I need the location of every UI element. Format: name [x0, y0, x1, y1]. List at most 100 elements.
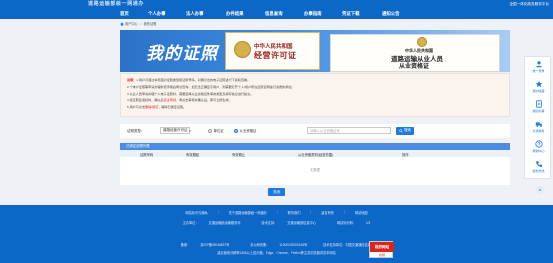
certificate-type-value: 道路经营许可证 [163, 128, 188, 132]
side-item-services[interactable]: 交通服务 [525, 120, 552, 137]
column-header-actions: 操作 [402, 152, 409, 157]
bound-certificates-table: 已绑定证照列表 证照号码 有效期起 有效期止 从业资格类别(经营范围) 操作 无… [120, 143, 510, 185]
footer-value: 交通运输部信息中心 [287, 221, 316, 225]
certificate-subtitle: 从业资格证 [399, 64, 430, 70]
footer-registration-line: 备案： 京ICP备05046837号 京公网安备： 11000102000148号 … [0, 242, 553, 247]
side-item-my-affairs[interactable]: 我的办事 [525, 100, 552, 117]
user-icon [535, 60, 543, 68]
nav-item-notice[interactable]: 通知公告 [382, 11, 400, 17]
empty-state: 无数据 [310, 168, 320, 172]
banner-title: 我的证照 [146, 44, 218, 63]
footer-links: 网站标识与隐私 | 关于道路运输部级一网通办 | 联系我们 | 留言有效 | 网… [0, 210, 553, 215]
footer-value: 交通运输部运输服务司 [208, 221, 241, 225]
notice-text: 4.经证照签发机构，确认后 [127, 98, 164, 103]
footer-tech: 技术支持： 交通运输部信息中心 [256, 221, 321, 225]
chevron-up-icon [538, 188, 542, 192]
column-header-valid-to: 有效期止 [232, 152, 246, 157]
footer-label: 京公网安备： [250, 243, 270, 247]
notice-label: 说明： [127, 78, 137, 82]
footer: 网站标识与隐私 | 关于道路运输部级一网通办 | 联系我们 | 留言有效 | 网… [0, 205, 553, 263]
footer-separator: | [310, 210, 312, 214]
breadcrumb-separator: > [139, 21, 142, 26]
certificate-type-select[interactable]: 道路经营许可证 [160, 127, 191, 134]
back-to-top-button[interactable] [536, 186, 544, 194]
side-item-login[interactable]: 统一登录 [525, 60, 552, 77]
footer-link-contact[interactable]: 联系我们 [288, 210, 301, 215]
hero-banner: 我的证照 中华人民共和国 经营许可证 中华人民共和国 道路运输从业人员 从业资格… [120, 30, 510, 72]
radio-unit-certificate[interactable]: 单位证 [208, 128, 224, 133]
footer-link-about[interactable]: 关于道路运输部级一网通办 [229, 210, 267, 215]
certificate-number-input[interactable] [307, 127, 391, 134]
notice-line: 2.个体户证照需申请办理新增手续后再次查询，如无法正确显示用户，则需要打开个人/… [127, 84, 295, 89]
footer-value: 1/1 [365, 221, 371, 225]
filter-bar: 证照类型： 道路经营许可证 单位证 从业资格证 搜索 [120, 124, 510, 138]
side-item-help[interactable]: 帮助中心 [525, 140, 552, 157]
instructions-box: 说明：1.用户可通过本页面对证照类型和证照号码，对展示出的电子证照进行下载和查看… [120, 73, 510, 117]
radio-label: 从业资格证 [239, 129, 257, 134]
breadcrumb-user-center[interactable]: 用户中心 [125, 21, 138, 26]
breadcrumb-current: 我的证照 [143, 22, 157, 26]
nav-item-guide[interactable]: 办事指南 [304, 11, 322, 17]
notice-text: 5.用户可点击 [127, 105, 146, 110]
nav-item-results[interactable]: 办件结果 [226, 11, 244, 17]
side-item-favorites[interactable]: 我的收藏 [525, 80, 552, 97]
footer-link-privacy[interactable]: 网站标识与隐私 [185, 210, 207, 215]
notice-text: 1.用户可通过本页面对证照类型和证照号码，对展示出的电子证照进行下载和查看。 [136, 78, 251, 82]
license-certificate-image: 中华人民共和国 经营许可证 [225, 32, 320, 70]
radio-button[interactable] [208, 128, 212, 133]
footer-sponsor: 主办单位： 交通运输部运输服务司 [178, 221, 246, 225]
national-emblem-icon [417, 37, 427, 47]
footer-value: 11000102000148号 [279, 243, 308, 247]
radio-button-selected[interactable] [234, 128, 238, 133]
search-button[interactable]: 搜索 [396, 126, 414, 135]
footer-label: 主办单位： [182, 221, 199, 225]
column-header-number: 证照号码 [140, 152, 154, 157]
notice-line: 说明：1.用户可通过本页面对证照类型和证照号码，对展示出的电子证照进行下载和查看… [127, 77, 503, 84]
radio-qualification-certificate[interactable]: 从业资格证 [234, 128, 256, 133]
nav-item-home[interactable]: 首页 [120, 11, 129, 17]
nav-item-download[interactable]: 凭证下载 [342, 11, 360, 17]
portal-link[interactable]: 全国一体化政务服务平台 [509, 2, 549, 7]
footer-separator: | [343, 210, 345, 214]
footer-icp: 备案： 京ICP备05046837号 [176, 243, 235, 247]
side-item-label: 交通服务 [532, 129, 545, 133]
footer-label: 网站标识码： [336, 221, 356, 225]
footer-link-feedback[interactable]: 留言有效 [321, 210, 334, 215]
home-icon [120, 21, 124, 26]
footer-separator: | [276, 210, 278, 214]
badge-title: 政府网站 [370, 242, 394, 252]
close-button[interactable]: 关闭 [268, 188, 285, 196]
star-icon [535, 80, 543, 88]
search-icon [399, 128, 403, 133]
nav-item-legal[interactable]: 法人办事 [186, 11, 204, 17]
notice-highlight: 自主申领， [163, 98, 180, 103]
help-icon [534, 140, 543, 148]
column-header-category: 从业资格类别(经营范围) [298, 152, 334, 157]
column-header-valid-from: 有效期起 [186, 152, 200, 157]
nav-item-query[interactable]: 信息查询 [265, 11, 283, 17]
notice-line: 5.用户可点击删除/绑定，解除已绑定证照。 [127, 104, 503, 111]
footer-label: 技术支持： [261, 221, 278, 225]
document-icon [535, 100, 543, 108]
certificate-issuer: 中华人民共和国 [254, 44, 293, 50]
side-item-label: 服务热线 [532, 169, 545, 173]
side-item-hotline[interactable]: 服务热线 [525, 160, 552, 177]
notice-line: 4.经证照签发机构，确认后自主申领，再点击审核并确认后，即可立即生成。 [127, 97, 503, 104]
notice-highlight: 删除/绑定 [145, 105, 159, 110]
nav-item-personal[interactable]: 个人办事 [148, 11, 166, 17]
breadcrumb: 用户中心 > 我的证照 [120, 21, 156, 26]
side-item-label: 帮助中心 [532, 149, 545, 153]
table-caption: 已绑定证照列表 [120, 143, 510, 150]
side-item-label: 我的收藏 [532, 89, 545, 93]
gov-website-badge[interactable]: 政府网站 找错 [369, 241, 394, 258]
footer-label: 备案： [180, 243, 191, 247]
footer-value: 京ICP备05046837号 [200, 243, 230, 247]
national-emblem-icon [234, 41, 251, 58]
notice-text: ，解除已绑定证照。 [158, 105, 187, 110]
badge-subtitle: 找错 [378, 253, 385, 257]
footer-organizer-line: 主办单位： 交通运输部运输服务司 技术支持： 交通运输部信息中心 网站标识码： 1/1 [0, 220, 553, 225]
truck-icon [535, 120, 543, 128]
footer-link-sitemap[interactable]: 网站地图 [355, 210, 368, 215]
footer-police: 京公网安备： 11000102000148号 [245, 243, 312, 247]
table-header: 证照号码 有效期起 有效期止 从业资格类别(经营范围) 操作 [120, 150, 510, 157]
